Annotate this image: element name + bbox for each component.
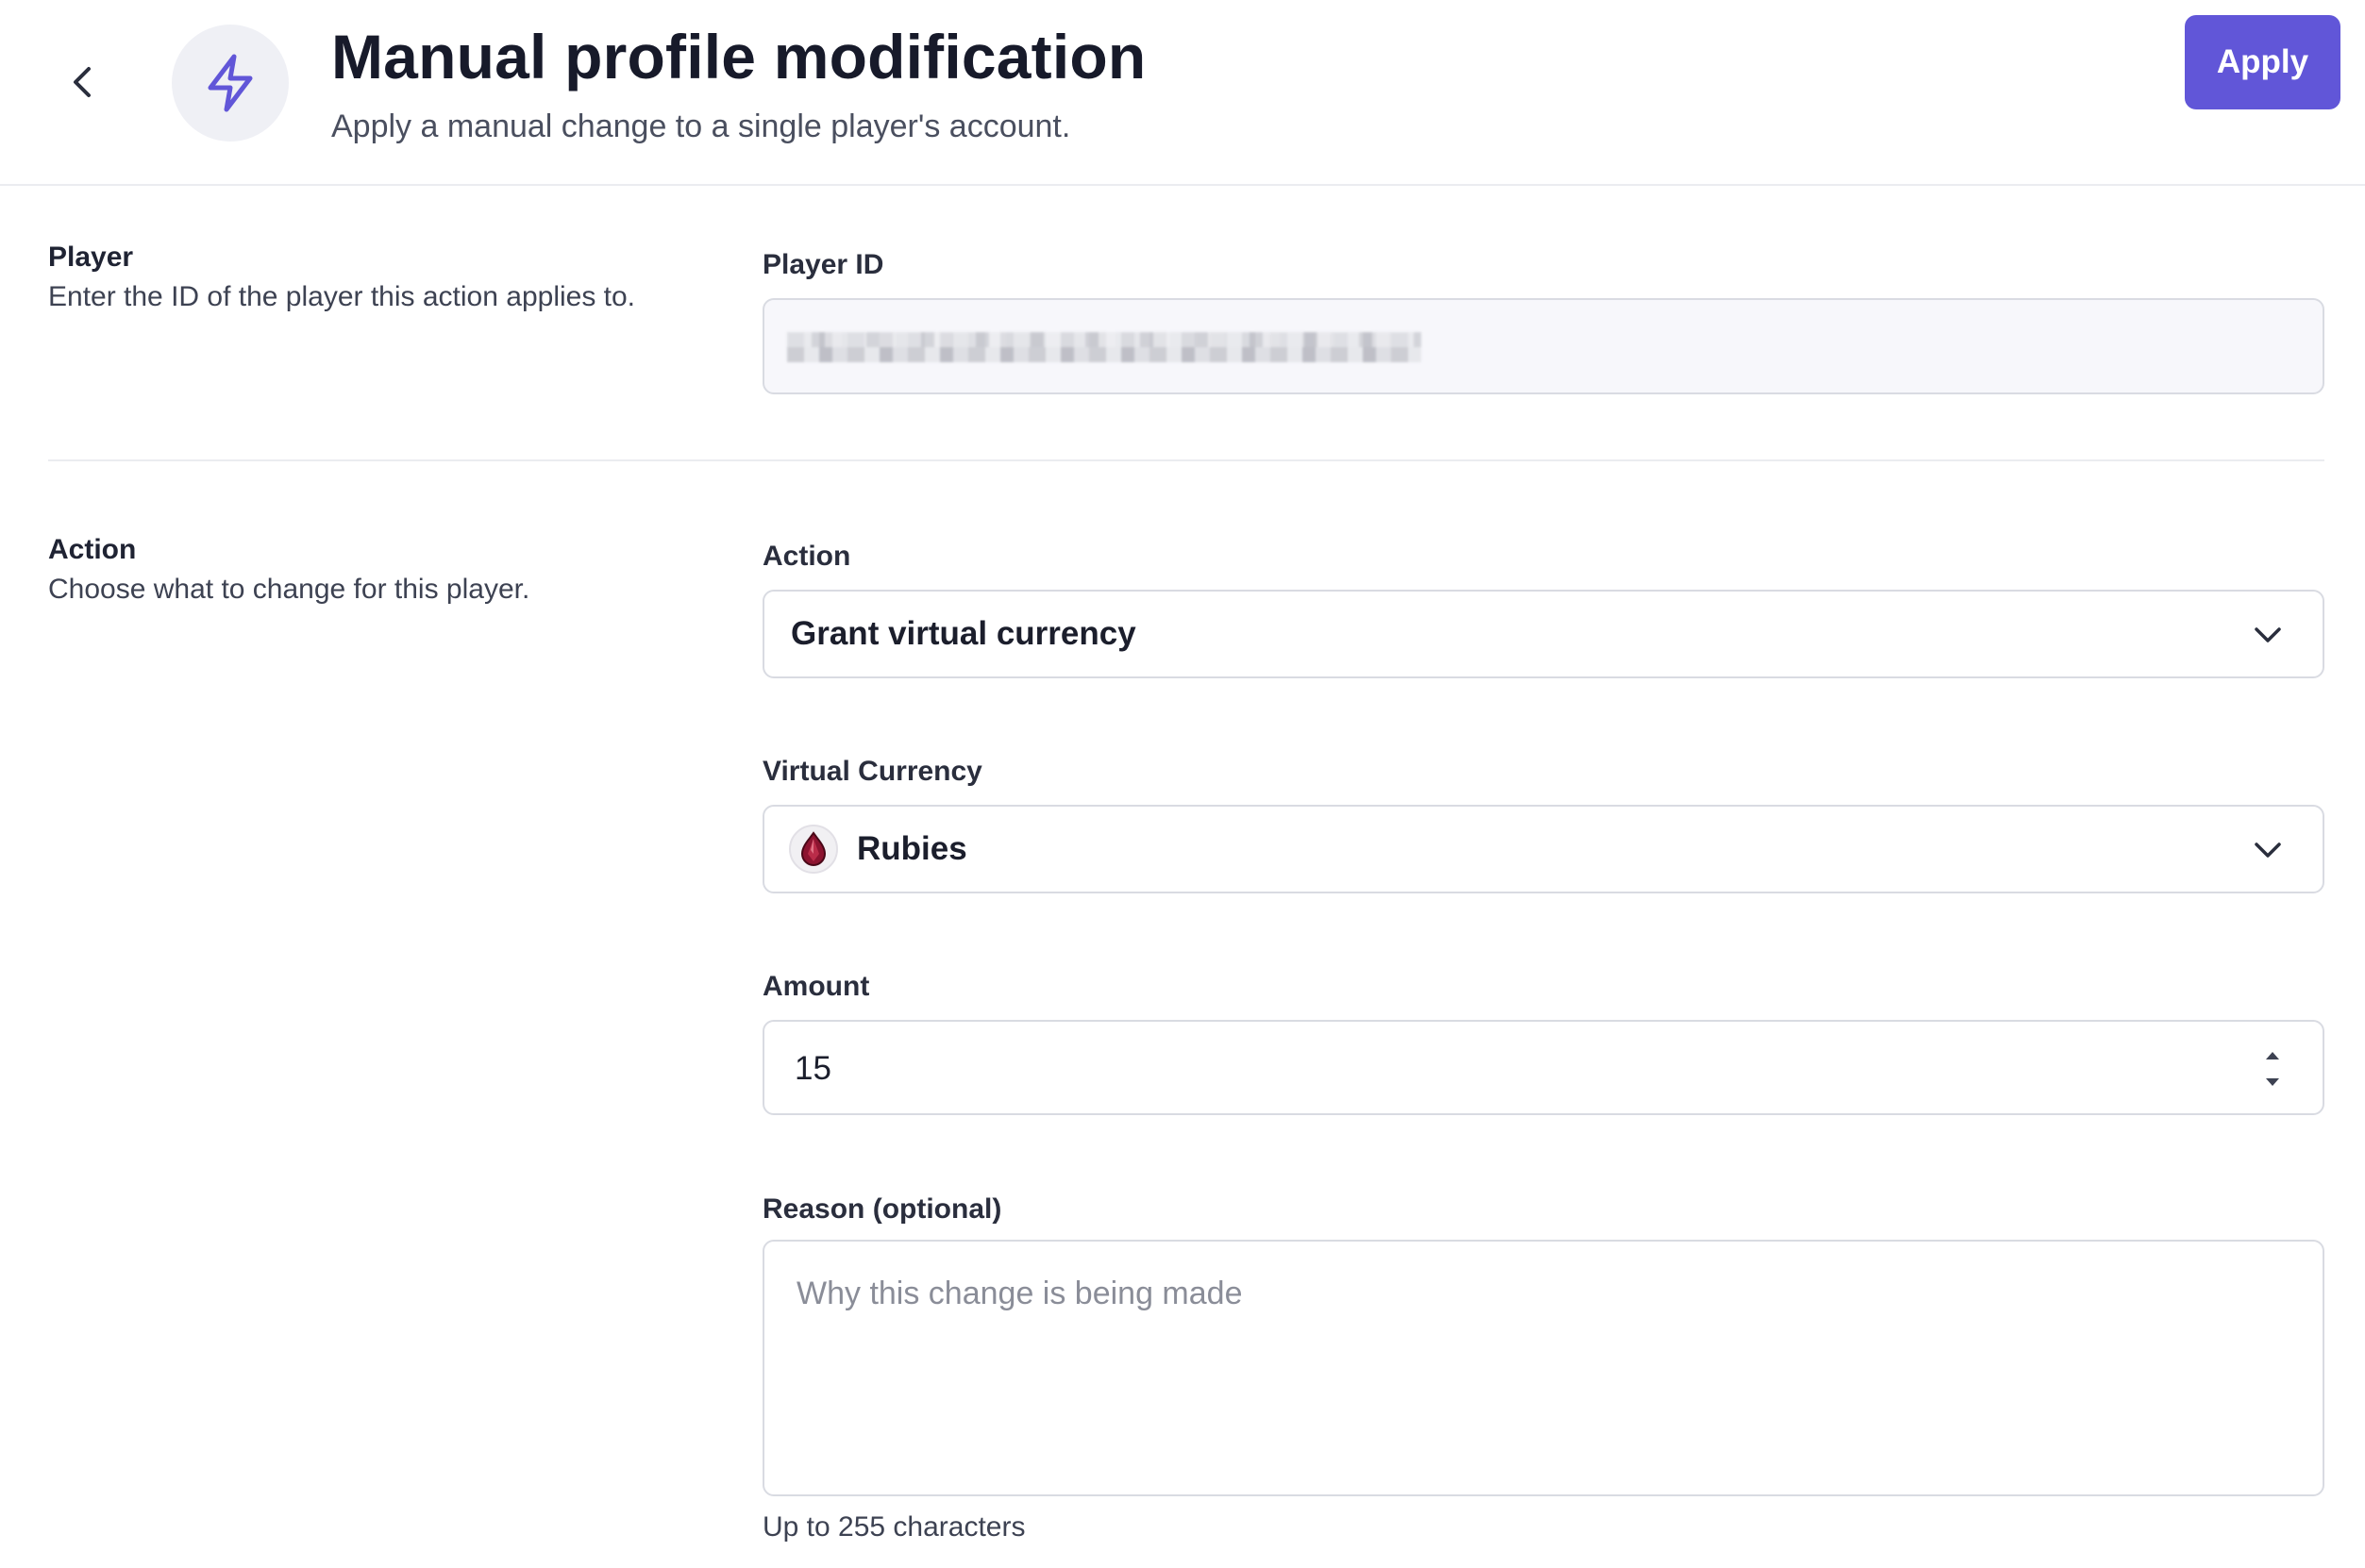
- reason-textarea[interactable]: [764, 1242, 2323, 1494]
- action-select[interactable]: Grant virtual currency: [763, 590, 2324, 678]
- virtual-currency-select[interactable]: Rubies: [763, 805, 2324, 893]
- reason-field[interactable]: [763, 1240, 2324, 1496]
- page-header: Manual profile modification Apply a manu…: [0, 0, 2365, 186]
- virtual-currency-selected-value: Rubies: [857, 830, 967, 867]
- action-section-description: Choose what to change for this player.: [48, 574, 530, 605]
- player-id-input[interactable]: [763, 298, 2324, 394]
- decrement-icon[interactable]: [2260, 1071, 2285, 1093]
- action-label: Action: [763, 541, 851, 572]
- amount-stepper[interactable]: [2260, 1044, 2285, 1093]
- lightning-icon: [208, 54, 253, 112]
- amount-value: 15: [795, 1050, 831, 1087]
- increment-icon[interactable]: [2260, 1044, 2285, 1067]
- player-section-title: Player: [48, 242, 134, 273]
- page-subtitle: Apply a manual change to a single player…: [331, 108, 1071, 144]
- section-divider: [48, 459, 2324, 461]
- back-button[interactable]: [59, 58, 106, 106]
- amount-input[interactable]: 15: [763, 1020, 2324, 1115]
- ruby-gem-icon: [789, 825, 838, 874]
- redacted-player-id: [787, 332, 1421, 362]
- action-selected-value: Grant virtual currency: [791, 615, 1136, 652]
- action-section-title: Action: [48, 534, 137, 565]
- reason-helper-text: Up to 255 characters: [763, 1511, 1026, 1543]
- page-title: Manual profile modification: [331, 22, 1147, 92]
- reason-label: Reason (optional): [763, 1193, 1002, 1225]
- apply-button[interactable]: Apply: [2185, 15, 2340, 109]
- manual-profile-modification-page: Manual profile modification Apply a manu…: [0, 0, 2365, 1568]
- amount-label: Amount: [763, 971, 870, 1002]
- player-section-description: Enter the ID of the player this action a…: [48, 281, 636, 312]
- chevron-down-icon: [2251, 833, 2285, 867]
- player-id-label: Player ID: [763, 249, 884, 280]
- lightning-badge: [172, 25, 289, 142]
- chevron-down-icon: [2251, 618, 2285, 652]
- chevron-left-icon: [74, 67, 91, 97]
- virtual-currency-label: Virtual Currency: [763, 756, 982, 787]
